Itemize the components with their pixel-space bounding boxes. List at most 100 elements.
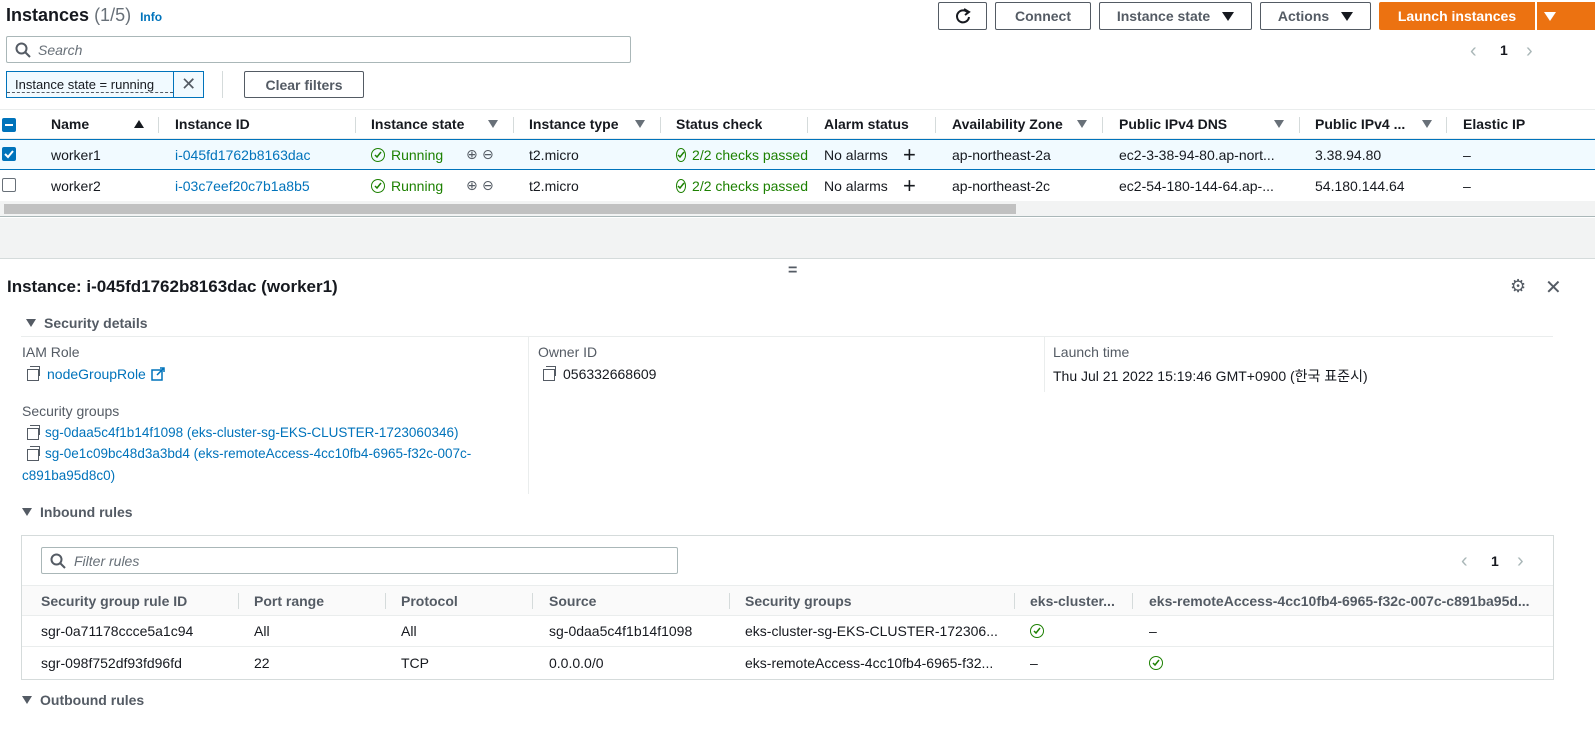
row-checkbox[interactable] [2,147,16,161]
actions-button[interactable]: Actions [1260,2,1371,30]
row-eip: – [1463,177,1471,194]
col-name[interactable]: Name [51,110,89,138]
instance-state-button[interactable]: Instance state [1099,2,1252,30]
external-link-icon[interactable] [151,367,165,381]
check-circle-icon [676,147,687,162]
row-status: 2/2 checks passed [676,170,808,201]
col-eks-remote[interactable]: eks-remoteAccess-4cc10fb4-6965-f32c-007c… [1149,586,1534,615]
filter-rules-placeholder: Filter rules [74,552,140,569]
sort-icon[interactable] [1077,110,1087,138]
row-eip: – [1463,146,1471,163]
col-public-ip[interactable]: Public IPv4 ... [1315,110,1405,138]
caret-down-icon [26,319,36,327]
col-security-groups[interactable]: Security groups [745,586,852,615]
sort-icon[interactable] [635,110,645,138]
resize-handle-icon[interactable]: = [788,262,797,280]
col-instance-type[interactable]: Instance type [529,110,618,138]
row-checkbox[interactable] [2,178,16,192]
settings-gear-icon[interactable]: ⚙ [1510,276,1526,297]
security-group-2-link[interactable]: sg-0e1c09bc48d3a3bd4 (eks-remoteAccess-4… [45,446,471,461]
sort-icon[interactable] [488,110,498,138]
iam-role-link[interactable]: nodeGroupRole [47,366,146,382]
col-separator [1446,117,1447,133]
col-eks-cluster[interactable]: eks-cluster... [1030,586,1125,615]
inbound-row[interactable]: sgr-098f752df93fd96fd 22 TCP 0.0.0.0/0 e… [22,647,1553,678]
page-number[interactable]: 1 [1500,42,1508,58]
security-details-header[interactable]: Security details [26,315,148,331]
info-link[interactable]: Info [140,10,162,24]
sort-icon[interactable] [1422,110,1432,138]
launch-instances-button[interactable]: Launch instances [1379,2,1535,30]
close-icon[interactable]: ✕ [173,72,203,97]
add-alarm-icon[interactable]: + [903,170,916,201]
table-row[interactable]: worker2 i-03c7eef20c7b1a8b5 Running ⊕ ⊖ … [0,170,1595,201]
col-instance-id[interactable]: Instance ID [175,110,250,138]
filter-rules-input[interactable]: Filter rules [41,547,678,574]
zoom-in-icon[interactable]: ⊕ [466,170,478,201]
scrollbar-thumb[interactable] [4,204,1016,214]
port-range: 22 [254,654,270,671]
zoom-out-icon[interactable]: ⊖ [482,140,494,169]
next-page-icon[interactable]: › [1526,40,1533,63]
outbound-rules-header[interactable]: Outbound rules [22,692,144,708]
rules-page-number[interactable]: 1 [1491,553,1499,569]
launch-dropdown-button[interactable] [1537,2,1595,30]
col-separator [935,117,936,133]
check-circle-icon [1149,647,1163,678]
row-name: worker1 [51,146,101,163]
prev-page-icon[interactable]: ‹ [1470,40,1477,63]
select-all-checkbox[interactable] [2,118,16,132]
prev-page-icon[interactable]: ‹ [1461,550,1468,573]
divider [21,336,1553,337]
row-status: 2/2 checks passed [676,140,808,169]
sort-asc-icon[interactable] [134,110,144,138]
col-separator [660,117,661,133]
security-group-2-link-cont[interactable]: c891ba95d8c0) [22,468,115,483]
row-ip: 3.38.94.80 [1315,146,1382,163]
search-input[interactable]: Search [6,36,631,63]
instance-count: (1/5) [94,5,132,25]
zoom-in-icon[interactable]: ⊕ [466,140,478,169]
sort-icon[interactable] [1274,110,1284,138]
connect-button[interactable]: Connect [995,2,1091,30]
owner-id-label: Owner ID [538,344,598,360]
inbound-rules-header[interactable]: Inbound rules [22,504,133,520]
copy-icon[interactable] [543,366,556,381]
copy-icon[interactable] [27,366,40,381]
port-range: All [254,623,270,639]
refresh-button[interactable] [938,2,987,30]
security-group-1-link[interactable]: sg-0daa5c4f1b14f1098 (eks-cluster-sg-EKS… [45,425,458,440]
col-elastic-ip[interactable]: Elastic IP [1463,110,1525,138]
col-status-check[interactable]: Status check [676,110,762,138]
caret-down-icon [1544,11,1556,21]
row-state: Running [371,170,443,201]
next-page-icon[interactable]: › [1517,550,1524,573]
col-separator [385,593,386,609]
inbound-row[interactable]: sgr-0a71178ccce5a1c94 All All sg-0daa5c4… [22,616,1553,647]
row-instance-id-link[interactable]: i-03c7eef20c7b1a8b5 [175,170,310,201]
table-row[interactable]: worker1 i-045fd1762b8163dac Running ⊕ ⊖ … [0,139,1595,170]
copy-icon[interactable] [27,445,40,461]
col-alarm-status[interactable]: Alarm status [824,110,909,138]
check-circle-icon [676,178,687,193]
col-protocol[interactable]: Protocol [401,586,458,615]
add-alarm-icon[interactable]: + [903,140,916,169]
zoom-out-icon[interactable]: ⊖ [482,170,494,201]
filter-token[interactable]: Instance state = running ✕ [6,71,204,98]
col-public-dns[interactable]: Public IPv4 DNS [1119,110,1227,138]
checkmark-icon [4,150,14,159]
col-port-range[interactable]: Port range [254,586,324,615]
col-source[interactable]: Source [549,586,596,615]
col-availability-zone[interactable]: Availability Zone [952,110,1063,138]
close-panel-icon[interactable]: ✕ [1545,275,1562,300]
col-rule-id[interactable]: Security group rule ID [41,586,187,615]
row-instance-id-link[interactable]: i-045fd1762b8163dac [175,140,310,169]
copy-icon[interactable] [27,424,40,440]
horizontal-scrollbar[interactable] [0,201,1595,217]
divider [528,336,529,494]
actions-label: Actions [1277,8,1330,24]
security-details-label: Security details [44,315,148,331]
clear-filters-button[interactable]: Clear filters [244,71,364,98]
rule-id: sgr-098f752df93fd96fd [41,654,182,671]
col-instance-state[interactable]: Instance state [371,110,464,138]
